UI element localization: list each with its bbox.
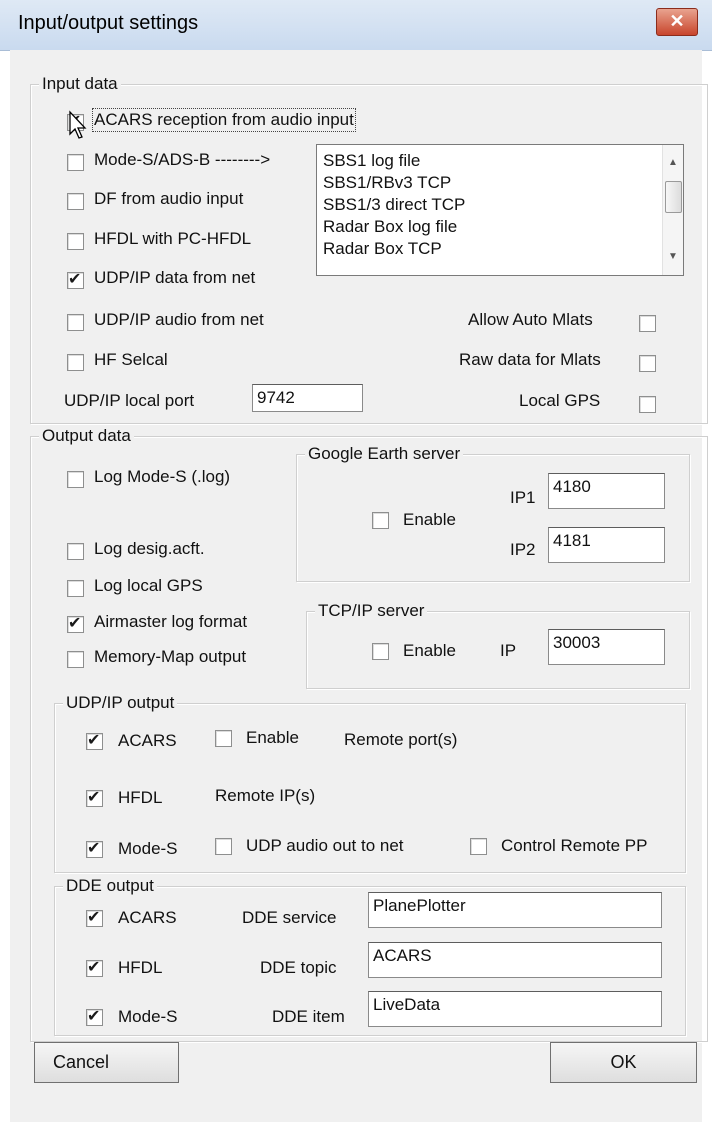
ok-button-label: OK [610,1052,637,1072]
tcp-ip-field[interactable]: 30003 [548,629,665,665]
local-gps-label[interactable]: Local GPS [519,390,600,412]
log-modes-label[interactable]: Log Mode-S (.log) [94,466,230,488]
udp-modes-label[interactable]: Mode-S [118,838,178,860]
dde-item-field[interactable]: LiveData [368,991,662,1027]
udp-acars-label[interactable]: ACARS [118,730,177,752]
dde-hfdl-check[interactable] [86,957,103,977]
input-output-settings-dialog: Input/output settings ✕ Input data ACARS… [0,0,712,1122]
list-item[interactable]: SBS1/3 direct TCP [323,194,465,216]
df-audio-label[interactable]: DF from audio input [94,188,243,210]
hfdl-pc-check[interactable] [67,233,84,250]
local-gps-check[interactable] [639,396,656,413]
control-remote-pp-check[interactable] [470,838,487,855]
dde-acars-label[interactable]: ACARS [118,907,177,929]
scroll-down-icon[interactable]: ▼ [663,251,683,262]
memory-map-label[interactable]: Memory-Map output [94,646,246,668]
df-audio-check[interactable] [67,193,84,210]
control-remote-pp-label[interactable]: Control Remote PP [501,835,647,857]
acars-audio-label[interactable]: ACARS reception from audio input [92,108,356,132]
udp-acars-check[interactable] [86,730,103,750]
cancel-button-label: Cancel [53,1052,110,1072]
ge-enable-check[interactable] [372,512,389,529]
listbox-scrollbar[interactable]: ▲ ▼ [662,145,683,275]
list-item[interactable]: SBS1 log file [323,150,420,172]
ge-ip1-label: IP1 [510,488,536,507]
airmaster-label[interactable]: Airmaster log format [94,611,247,633]
close-button[interactable]: ✕ [656,8,698,36]
ge-ip2-label: IP2 [510,540,536,559]
tcp-server-legend: TCP/IP server [315,600,428,622]
udp-hfdl-check[interactable] [86,787,103,807]
tcp-ip-label: IP [500,641,517,660]
udp-modes-check[interactable] [86,838,103,858]
udp-data-label[interactable]: UDP/IP data from net [94,267,255,289]
scroll-up-icon[interactable]: ▲ [663,157,683,168]
hf-selcal-label[interactable]: HF Selcal [94,349,168,371]
list-item[interactable]: Radar Box log file [323,216,457,238]
tcp-enable-label[interactable]: Enable [403,640,456,662]
log-gps-check[interactable] [67,580,84,597]
modes-adsb-check[interactable] [67,154,84,171]
udp-audio-out-check[interactable] [215,838,232,855]
dialog-body: Input data ACARS reception from audio in… [10,50,708,1122]
modes-adsb-label[interactable]: Mode-S/ADS-B --------> [94,149,270,171]
ge-ip1-field[interactable]: 4180 [548,473,665,509]
allow-auto-mlats-check[interactable] [639,315,656,332]
dde-acars-check[interactable] [86,907,103,927]
udp-hfdl-label[interactable]: HFDL [118,787,162,809]
ge-ip2-field[interactable]: 4181 [548,527,665,563]
udp-data-check[interactable] [67,269,84,289]
scroll-thumb[interactable] [665,181,682,213]
udp-audio-check[interactable] [67,314,84,331]
dde-hfdl-label[interactable]: HFDL [118,957,162,979]
dde-topic-field[interactable]: ACARS [368,942,662,978]
remote-ips-label: Remote IP(s) [215,786,316,805]
ge-enable-label[interactable]: Enable [403,509,456,531]
dde-service-field[interactable]: PlanePlotter [368,892,662,928]
remote-ports-label: Remote port(s) [344,730,458,749]
dde-modes-label[interactable]: Mode-S [118,1006,178,1028]
log-desig-label[interactable]: Log desig.acft. [94,538,205,560]
local-port-label: UDP/IP local port [64,391,195,410]
hf-selcal-check[interactable] [67,354,84,371]
memory-map-check[interactable] [67,651,84,668]
input-data-legend: Input data [39,73,121,95]
dde-topic-label: DDE topic [260,958,337,977]
dde-modes-check[interactable] [86,1006,103,1026]
list-item[interactable]: SBS1/RBv3 TCP [323,172,451,194]
output-data-legend: Output data [39,425,134,447]
airmaster-check[interactable] [67,613,84,633]
tcp-enable-check[interactable] [372,643,389,660]
window-title: Input/output settings [18,12,199,34]
udp-output-legend: UDP/IP output [63,692,178,714]
raw-data-mlats-check[interactable] [639,355,656,372]
google-earth-legend: Google Earth server [305,443,464,465]
close-icon: ✕ [669,11,685,31]
mouse-cursor-icon [69,110,87,139]
udp-audio-out-label[interactable]: UDP audio out to net [246,835,404,857]
log-desig-check[interactable] [67,543,84,560]
dde-service-label: DDE service [242,908,337,927]
source-listbox[interactable]: SBS1 log file SBS1/RBv3 TCP SBS1/3 direc… [316,144,684,276]
list-item[interactable]: Radar Box TCP [323,238,442,260]
allow-auto-mlats-label[interactable]: Allow Auto Mlats [468,309,593,331]
udp-audio-label[interactable]: UDP/IP audio from net [94,309,264,331]
local-port-field[interactable]: 9742 [252,384,363,412]
hfdl-pc-label[interactable]: HFDL with PC-HFDL [94,228,251,250]
log-gps-label[interactable]: Log local GPS [94,575,203,597]
dde-item-label: DDE item [272,1007,345,1026]
raw-data-mlats-label[interactable]: Raw data for Mlats [459,349,601,371]
dde-output-legend: DDE output [63,875,157,897]
udp-enable-check[interactable] [215,730,232,747]
cancel-button[interactable]: Cancel [34,1042,179,1083]
udp-enable-label[interactable]: Enable [246,727,299,749]
ok-button[interactable]: OK [550,1042,697,1083]
title-bar[interactable]: Input/output settings ✕ [0,0,712,51]
log-modes-check[interactable] [67,471,84,488]
